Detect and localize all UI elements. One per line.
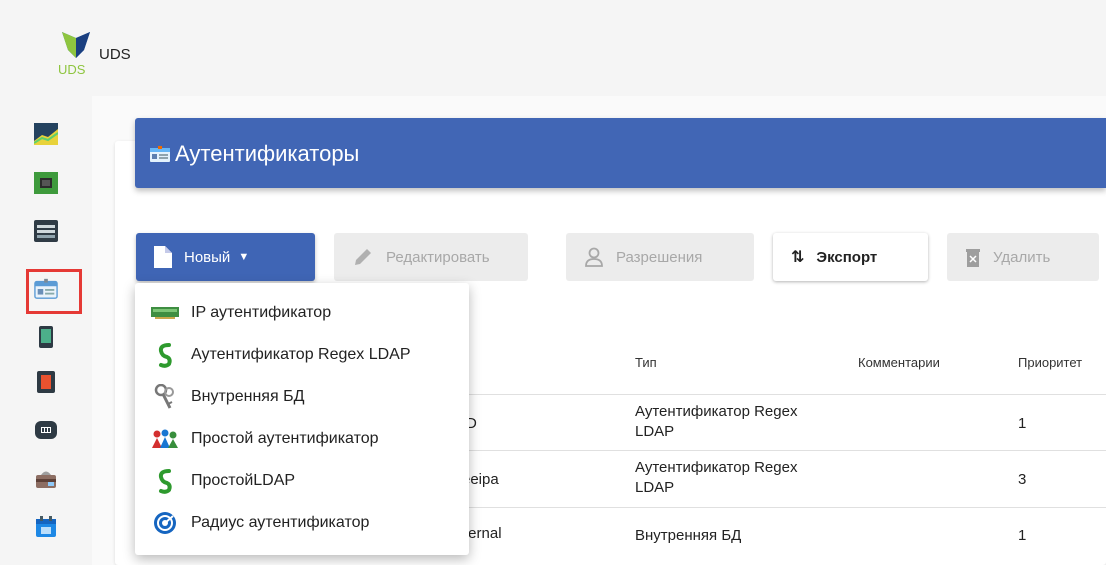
os-manager-phone-icon[interactable] bbox=[34, 326, 58, 348]
row-type: Внутренняя БД bbox=[635, 527, 742, 544]
column-header-comments[interactable]: Комментарии bbox=[858, 355, 940, 370]
menu-item-internal-db[interactable]: Внутренняя БД bbox=[135, 377, 469, 417]
delete-button[interactable]: Удалить bbox=[947, 233, 1099, 281]
row-name: ternal bbox=[464, 525, 502, 542]
delete-button-label: Удалить bbox=[993, 248, 1051, 266]
ip-network-card-icon bbox=[151, 301, 179, 325]
top-bar: UDS UDS bbox=[0, 0, 1106, 96]
permissions-button[interactable]: Разрешения bbox=[566, 233, 754, 281]
ldap-s-icon bbox=[151, 469, 179, 494]
new-authenticator-dropdown: IP аутентификатор Аутентификатор Regex L… bbox=[135, 283, 469, 555]
proxy-toolbox-icon[interactable] bbox=[34, 467, 58, 489]
uds-logo[interactable]: UDS bbox=[54, 28, 98, 78]
permissions-button-label: Разрешения bbox=[616, 248, 703, 266]
keys-icon bbox=[151, 384, 179, 409]
file-icon bbox=[154, 246, 172, 268]
menu-item-simple-ldap[interactable]: ПростойLDAP bbox=[135, 461, 469, 501]
table-divider bbox=[460, 507, 1106, 508]
network-board-icon[interactable] bbox=[34, 172, 58, 194]
table-divider bbox=[460, 394, 1106, 395]
export-button[interactable]: ⇅ Экспорт bbox=[773, 233, 928, 281]
column-header-priority[interactable]: Приоритет bbox=[1018, 355, 1082, 370]
id-card-icon bbox=[150, 146, 170, 162]
row-priority: 1 bbox=[1018, 527, 1027, 544]
row-type: Аутентификатор Regex LDAP bbox=[635, 403, 798, 440]
new-button[interactable]: Новый ▼ bbox=[136, 233, 315, 281]
calendar-icon[interactable] bbox=[34, 516, 58, 538]
trash-icon bbox=[966, 249, 980, 267]
network-icon[interactable] bbox=[34, 419, 58, 441]
row-priority: 1 bbox=[1018, 415, 1027, 432]
transport-device-icon[interactable] bbox=[34, 371, 58, 393]
edit-button[interactable]: Редактировать bbox=[334, 233, 528, 281]
table-divider bbox=[460, 450, 1106, 451]
edit-button-label: Редактировать bbox=[386, 248, 490, 266]
user-icon bbox=[585, 247, 603, 267]
menu-item-radius-authenticator[interactable]: Радиус аутентификатор bbox=[135, 503, 469, 543]
app-name: UDS bbox=[99, 46, 131, 63]
server-icon[interactable] bbox=[34, 220, 58, 242]
ldap-s-icon bbox=[151, 343, 179, 368]
selected-sidebar-highlight bbox=[26, 269, 82, 314]
pencil-icon bbox=[355, 249, 371, 265]
sort-arrows-icon: ⇅ bbox=[791, 249, 805, 266]
menu-item-regex-ldap[interactable]: Аутентификатор Regex LDAP bbox=[135, 335, 469, 375]
menu-item-ip-authenticator[interactable]: IP аутентификатор bbox=[135, 293, 469, 333]
svg-text:UDS: UDS bbox=[58, 62, 86, 77]
column-header-type[interactable]: Тип bbox=[635, 355, 657, 370]
caret-down-icon: ▼ bbox=[238, 251, 250, 263]
row-type: Аутентификатор Regex LDAP bbox=[635, 459, 798, 496]
new-button-label: Новый bbox=[184, 248, 231, 266]
radius-icon bbox=[151, 511, 179, 535]
row-priority: 3 bbox=[1018, 471, 1027, 488]
dashboard-chart-icon[interactable] bbox=[34, 123, 58, 145]
export-button-label: Экспорт bbox=[816, 248, 878, 266]
people-icon bbox=[151, 427, 179, 451]
menu-item-simple-authenticator[interactable]: Простой аутентификатор bbox=[135, 419, 469, 459]
page-title: Аутентификаторы bbox=[175, 141, 360, 166]
